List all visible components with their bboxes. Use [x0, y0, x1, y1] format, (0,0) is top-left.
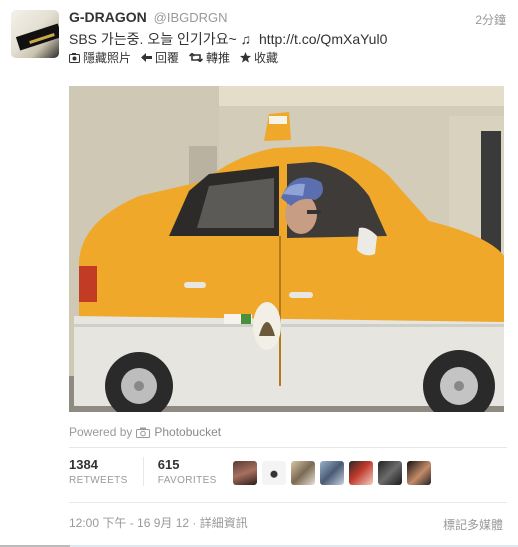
user-fullname[interactable]: G-DRAGON — [69, 9, 147, 25]
photo-attribution: Powered by Photobucket — [69, 425, 221, 439]
tweet-timestamp[interactable]: 12:00 下午 - 16 9月 12 — [69, 516, 189, 530]
favoriter-avatar[interactable] — [262, 461, 286, 485]
favoriter-avatar[interactable] — [320, 461, 344, 485]
tweet-actions: 隱藏照片 回覆 轉推 收藏 — [69, 49, 278, 66]
reply-button[interactable]: 回覆 — [141, 49, 179, 66]
favorites-stat[interactable]: 615 FAVORITES — [142, 457, 232, 486]
favoriter-avatar[interactable] — [349, 461, 373, 485]
retweets-stat[interactable]: 1384 RETWEETS — [69, 457, 143, 486]
divider — [69, 502, 507, 503]
retweet-label: 轉推 — [206, 51, 231, 65]
favorite-button[interactable]: 收藏 — [240, 49, 278, 66]
tweet-time[interactable]: 2分鐘 — [475, 11, 506, 28]
tweet-text-body: SBS 가는중. 오늘 인기가요~ ♫ — [69, 31, 252, 47]
divider — [69, 447, 507, 448]
favoriter-avatar[interactable] — [233, 461, 257, 485]
tweet-header: G-DRAGON @IBGDRGN — [69, 9, 228, 25]
favorites-count: 615 — [157, 457, 180, 472]
tweet-link[interactable]: http://t.co/QmXaYul0 — [259, 31, 387, 47]
user-avatar[interactable] — [11, 10, 59, 58]
tweet-stats: 1384 RETWEETS 615 FAVORITES — [69, 457, 232, 486]
meta-separator: · — [192, 516, 197, 530]
photo-icon — [69, 52, 80, 63]
tweet: G-DRAGON @IBGDRGN 2分鐘 SBS 가는중. 오늘 인기가요~ … — [0, 0, 518, 547]
favorites-label: FAVORITES — [157, 475, 217, 486]
favoriter-avatar[interactable] — [291, 461, 315, 485]
retweets-label: RETWEETS — [69, 475, 128, 486]
retweets-count: 1384 — [69, 457, 98, 472]
powered-by-label: Powered by — [69, 425, 133, 439]
hide-photo-button[interactable]: 隱藏照片 — [69, 49, 131, 66]
hide-photo-label: 隱藏照片 — [83, 51, 132, 65]
reply-icon — [141, 53, 153, 62]
provider-name[interactable]: Photobucket — [154, 425, 221, 439]
star-icon — [240, 52, 252, 63]
favoriter-avatars — [233, 461, 431, 485]
tweet-photo[interactable] — [69, 86, 504, 412]
reply-label: 回覆 — [155, 51, 180, 65]
user-handle[interactable]: @IBGDRGN — [154, 10, 228, 25]
flag-media-link[interactable]: 標記多媒體 — [443, 516, 503, 533]
tweet-meta: 12:00 下午 - 16 9月 12 · 詳細資訊 — [69, 514, 248, 531]
favoriter-avatar[interactable] — [378, 461, 402, 485]
tweet-text: SBS 가는중. 오늘 인기가요~ ♫ http://t.co/QmXaYul0 — [69, 29, 387, 49]
favorite-label: 收藏 — [254, 51, 279, 65]
retweet-button[interactable]: 轉推 — [189, 49, 230, 66]
taxi-photo-illustration — [69, 86, 504, 412]
camera-icon — [136, 427, 151, 438]
details-link[interactable]: 詳細資訊 — [200, 516, 248, 530]
favoriter-avatar[interactable] — [407, 461, 431, 485]
retweet-icon — [189, 53, 204, 62]
